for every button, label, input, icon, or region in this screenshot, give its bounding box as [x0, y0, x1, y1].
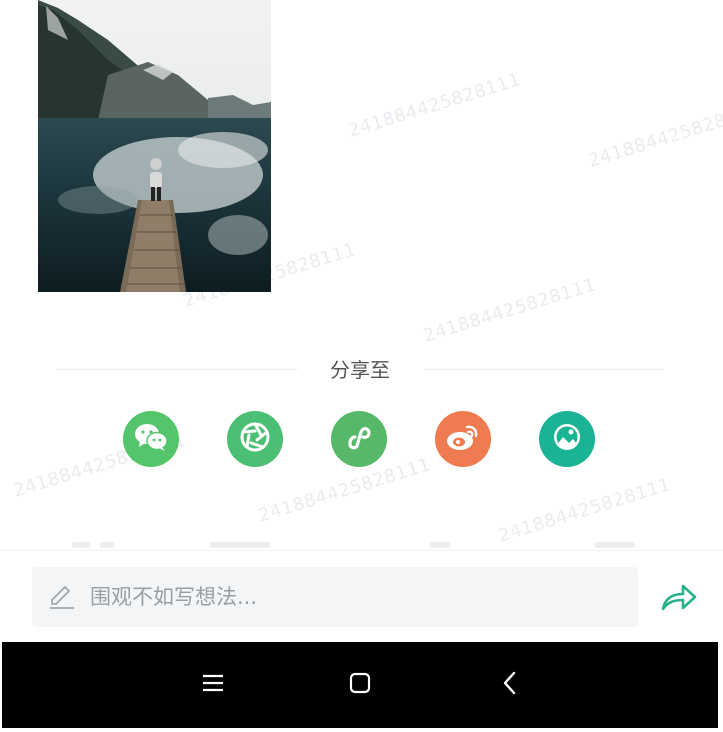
- weibo-icon: [445, 421, 481, 457]
- share-targets: [0, 411, 723, 467]
- share-mini-program-button[interactable]: [331, 411, 387, 467]
- forward-arrow-icon: [659, 584, 699, 617]
- pen-icon: [48, 584, 76, 614]
- aperture-icon: [239, 421, 271, 457]
- home-icon: [349, 672, 371, 698]
- share-moments-button[interactable]: [227, 411, 283, 467]
- gallery-icon: [551, 421, 583, 457]
- home-button[interactable]: [345, 670, 375, 700]
- watermark: 241884425828111: [345, 69, 524, 142]
- watermark: 241884425828111: [585, 99, 723, 172]
- watermark: 241884425828111: [420, 274, 599, 347]
- comment-input[interactable]: 围观不如写想法...: [32, 567, 638, 627]
- comment-bar: 围观不如写想法...: [0, 550, 723, 643]
- share-title: 分享至: [330, 358, 390, 382]
- watermark: 241884425828111: [495, 474, 674, 547]
- link-icon: [344, 422, 374, 456]
- post-image[interactable]: [38, 0, 271, 292]
- share-weibo-button[interactable]: [435, 411, 491, 467]
- menu-button[interactable]: [198, 670, 228, 700]
- back-button[interactable]: [495, 670, 525, 700]
- divider: [424, 369, 664, 370]
- system-navigation-bar: [2, 642, 718, 728]
- back-icon: [502, 671, 518, 699]
- share-wechat-button[interactable]: [123, 411, 179, 467]
- share-forward-button[interactable]: [659, 581, 699, 613]
- wechat-icon: [134, 422, 168, 456]
- menu-icon: [202, 673, 224, 697]
- share-header: 分享至: [56, 355, 664, 385]
- share-save-image-button[interactable]: [539, 411, 595, 467]
- comment-placeholder: 围观不如写想法...: [90, 585, 258, 609]
